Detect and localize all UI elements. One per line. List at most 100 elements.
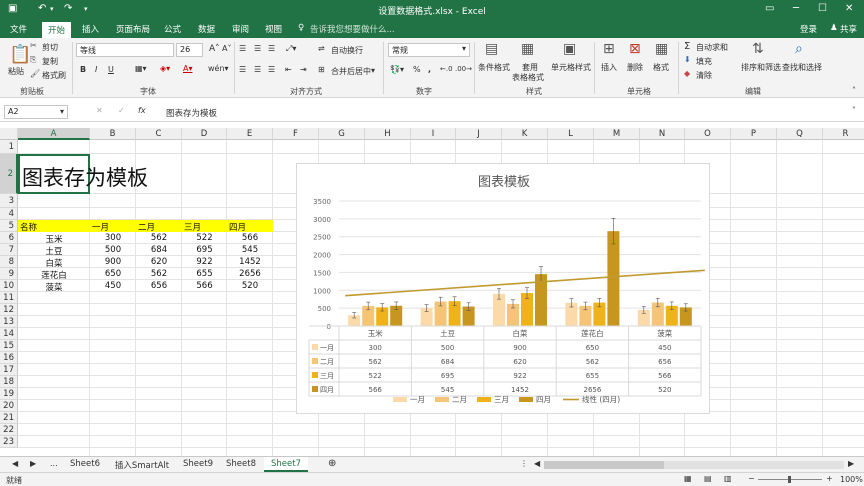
enter-icon[interactable]: ✓ bbox=[118, 106, 125, 115]
row-header[interactable]: 20 bbox=[0, 400, 18, 412]
expand-formula-icon[interactable]: ˅ bbox=[852, 106, 856, 115]
data-cell[interactable]: 900 bbox=[90, 257, 136, 267]
data-cell[interactable]: 522 bbox=[182, 233, 227, 243]
column-header[interactable]: H bbox=[365, 128, 411, 140]
cut-icon[interactable]: ✂ bbox=[30, 41, 37, 50]
column-header[interactable]: C bbox=[136, 128, 182, 140]
tab-formulas[interactable]: 公式 bbox=[164, 23, 181, 35]
format-as-table-icon[interactable]: ▦ bbox=[521, 41, 534, 57]
scroll-left-icon[interactable]: ◀ bbox=[12, 459, 18, 468]
sheet-tab[interactable]: Sheet8 bbox=[220, 457, 262, 472]
sheet-tab[interactable]: 插入SmartAlt bbox=[108, 457, 176, 472]
row-header[interactable]: 5 bbox=[0, 220, 18, 232]
column-header[interactable]: J bbox=[456, 128, 502, 140]
formula-input[interactable]: 图表存为模板 bbox=[166, 107, 217, 119]
cut-button[interactable]: 剪切 bbox=[42, 42, 58, 53]
data-cell[interactable]: 300 bbox=[90, 233, 136, 243]
align-left-icon[interactable]: ☰ bbox=[239, 65, 246, 74]
row-header[interactable]: 11 bbox=[0, 292, 18, 304]
underline-icon[interactable]: U bbox=[108, 65, 114, 74]
row-header[interactable]: 2 bbox=[0, 154, 18, 194]
grow-font-icon[interactable]: A˄ bbox=[209, 44, 220, 54]
row-header[interactable]: 23 bbox=[0, 436, 18, 448]
row-header[interactable]: 15 bbox=[0, 340, 18, 352]
row-header[interactable]: 13 bbox=[0, 316, 18, 328]
number-format-select[interactable]: 常规 bbox=[388, 43, 470, 57]
autosum-button[interactable]: 自动求和 bbox=[696, 42, 728, 53]
row-header[interactable]: 18 bbox=[0, 376, 18, 388]
data-cell[interactable]: 土豆 bbox=[18, 245, 90, 257]
share-button[interactable]: 共享 bbox=[840, 23, 857, 35]
header-cell[interactable]: 三月 bbox=[184, 221, 201, 233]
column-header[interactable]: R bbox=[823, 128, 864, 140]
fill-icon[interactable]: ⬇ bbox=[684, 55, 691, 64]
delete-cells-icon[interactable]: ⊠ bbox=[629, 41, 641, 57]
row-header[interactable]: 8 bbox=[0, 256, 18, 268]
fill-button[interactable]: 填充 bbox=[696, 56, 712, 67]
row-header[interactable]: 17 bbox=[0, 364, 18, 376]
tab-file[interactable]: 文件 bbox=[10, 23, 27, 35]
column-header[interactable]: K bbox=[502, 128, 548, 140]
decrease-indent-icon[interactable]: ⇤ bbox=[285, 65, 292, 74]
comma-style-icon[interactable]: , bbox=[428, 65, 431, 74]
percent-style-icon[interactable]: % bbox=[413, 65, 421, 74]
add-sheet-icon[interactable]: ⊕ bbox=[328, 458, 336, 469]
data-cell[interactable]: 922 bbox=[182, 257, 227, 267]
data-cell[interactable]: 545 bbox=[227, 245, 273, 255]
paste-icon[interactable]: 📋 bbox=[9, 44, 31, 65]
tab-insert[interactable]: 插入 bbox=[82, 23, 99, 35]
column-header[interactable]: D bbox=[182, 128, 227, 140]
italic-icon[interactable]: I bbox=[95, 65, 97, 74]
orientation-icon[interactable]: ⤢▾ bbox=[286, 44, 296, 54]
column-header[interactable]: M bbox=[594, 128, 640, 140]
name-box[interactable]: A2 bbox=[4, 105, 68, 119]
column-header[interactable]: P bbox=[731, 128, 777, 140]
sheet-tab[interactable]: Sheet9 bbox=[178, 457, 218, 472]
font-name-select[interactable]: 等线 bbox=[76, 43, 174, 57]
tab-review[interactable]: 审阅 bbox=[232, 23, 249, 35]
row-header[interactable]: 9 bbox=[0, 268, 18, 280]
zoom-in-icon[interactable]: + bbox=[826, 474, 833, 483]
delete-cells-button[interactable]: 删除 bbox=[627, 62, 643, 73]
tab-page-layout[interactable]: 页面布局 bbox=[116, 23, 150, 35]
increase-indent-icon[interactable]: ⇥ bbox=[300, 65, 307, 74]
format-cells-icon[interactable]: ▦ bbox=[655, 41, 668, 57]
cell-styles-icon[interactable]: ▣ bbox=[563, 41, 576, 57]
data-cell[interactable]: 620 bbox=[136, 257, 182, 267]
copy-icon[interactable]: ⎘ bbox=[30, 55, 36, 65]
signin-link[interactable]: 登录 bbox=[800, 23, 817, 35]
data-cell[interactable]: 玉米 bbox=[18, 233, 90, 245]
align-right-icon[interactable]: ☰ bbox=[268, 65, 275, 74]
align-center-icon[interactable]: ☰ bbox=[254, 65, 261, 74]
row-header[interactable]: 16 bbox=[0, 352, 18, 364]
column-header[interactable]: A bbox=[18, 128, 90, 140]
minimize-icon[interactable]: ─ bbox=[793, 3, 799, 14]
align-top-icon[interactable]: ☰ bbox=[239, 44, 246, 53]
row-header[interactable]: 14 bbox=[0, 328, 18, 340]
row-header[interactable]: 21 bbox=[0, 412, 18, 424]
merge-center-button[interactable]: 合并后居中 bbox=[331, 66, 371, 77]
row-header[interactable]: 12 bbox=[0, 304, 18, 316]
tab-view[interactable]: 视图 bbox=[265, 23, 282, 35]
increase-decimal-icon[interactable]: ←.0 bbox=[440, 65, 453, 73]
hscroll-divider-icon[interactable]: ⋮ bbox=[520, 459, 528, 468]
row-header[interactable]: 3 bbox=[0, 194, 18, 208]
column-header[interactable]: Q bbox=[777, 128, 823, 140]
insert-cells-button[interactable]: 插入 bbox=[601, 62, 617, 73]
data-cell[interactable]: 562 bbox=[136, 233, 182, 243]
close-icon[interactable]: ✕ bbox=[845, 3, 853, 14]
data-cell[interactable]: 2656 bbox=[227, 269, 273, 279]
data-cell[interactable]: 655 bbox=[182, 269, 227, 279]
horizontal-scrollbar[interactable] bbox=[544, 461, 844, 469]
scroll-right-icon[interactable]: ▶ bbox=[30, 459, 36, 468]
row-header[interactable]: 6 bbox=[0, 232, 18, 244]
accounting-format-icon[interactable]: 💱▾ bbox=[390, 65, 404, 74]
data-cell[interactable]: 1452 bbox=[227, 257, 273, 267]
data-cell[interactable]: 白菜 bbox=[18, 257, 90, 269]
row-header[interactable]: 10 bbox=[0, 280, 18, 292]
data-cell[interactable]: 520 bbox=[227, 281, 273, 291]
column-header[interactable]: B bbox=[90, 128, 136, 140]
column-header[interactable]: L bbox=[548, 128, 594, 140]
zoom-level[interactable]: 100% bbox=[840, 475, 863, 484]
conditional-formatting-icon[interactable]: ▤ bbox=[485, 41, 498, 57]
